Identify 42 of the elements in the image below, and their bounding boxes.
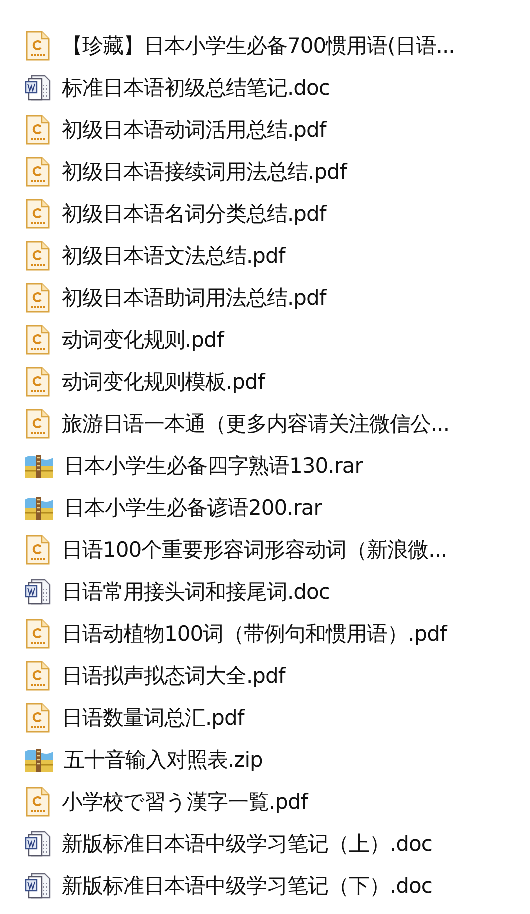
- archive-file-icon: [24, 746, 54, 774]
- pdf-file-icon: [24, 115, 52, 145]
- file-name[interactable]: 新版标准日本语中级学习笔记（下）.doc: [62, 872, 432, 900]
- file-name[interactable]: 小学校で習う漢字一覧.pdf: [62, 788, 308, 816]
- file-name[interactable]: 标准日本语初级总结笔记.doc: [62, 74, 330, 102]
- archive-file-icon: [24, 452, 54, 480]
- file-name[interactable]: 初级日本语文法总结.pdf: [62, 242, 286, 270]
- file-name[interactable]: 新版标准日本语中级学习笔记（上）.doc: [62, 830, 432, 858]
- file-name[interactable]: 初级日本语动词活用总结.pdf: [62, 116, 326, 144]
- file-name[interactable]: 初级日本语助词用法总结.pdf: [62, 284, 326, 312]
- pdf-file-icon: [24, 325, 52, 355]
- file-name[interactable]: 日语拟声拟态词大全.pdf: [62, 662, 286, 690]
- archive-file-icon: [24, 494, 54, 522]
- document-file-icon: [24, 829, 52, 859]
- file-name[interactable]: 初级日本语接续词用法总结.pdf: [62, 158, 347, 186]
- document-file-icon: [24, 73, 52, 103]
- file-name[interactable]: 【珍藏】日本小学生必备700惯用语(日语...: [62, 32, 455, 60]
- file-name[interactable]: 动词变化规则模板.pdf: [62, 368, 265, 396]
- file-name[interactable]: 旅游日语一本通（更多内容请关注微信公...: [62, 410, 450, 438]
- pdf-file-icon: [24, 535, 52, 565]
- file-name[interactable]: 日语100个重要形容词形容动词（新浪微...: [62, 536, 448, 564]
- file-name[interactable]: 日语常用接头词和接尾词.doc: [62, 578, 330, 606]
- pdf-file-icon: [24, 787, 52, 817]
- file-name[interactable]: 日本小学生必备谚语200.rar: [64, 494, 322, 522]
- pdf-file-icon: [24, 283, 52, 313]
- pdf-file-icon: [24, 619, 52, 649]
- pdf-file-icon: [24, 241, 52, 271]
- pdf-file-icon: [24, 661, 52, 691]
- file-name[interactable]: 日本小学生必备四字熟语130.rar: [64, 452, 363, 480]
- file-name[interactable]: 五十音输入对照表.zip: [64, 746, 263, 774]
- pdf-file-icon: [24, 703, 52, 733]
- pdf-file-icon: [24, 157, 52, 187]
- file-name[interactable]: 初级日本语名词分类总结.pdf: [62, 200, 326, 228]
- pdf-file-icon: [24, 409, 52, 439]
- document-file-icon: [24, 871, 52, 901]
- document-file-icon: [24, 577, 52, 607]
- pdf-file-icon: [24, 31, 52, 61]
- pdf-file-icon: [24, 199, 52, 229]
- pdf-file-icon: [24, 367, 52, 397]
- file-name[interactable]: 日语动植物100词（带例句和惯用语）.pdf: [62, 620, 447, 648]
- file-name[interactable]: 动词变化规则.pdf: [62, 326, 224, 354]
- file-name[interactable]: 日语数量词总汇.pdf: [62, 704, 244, 732]
